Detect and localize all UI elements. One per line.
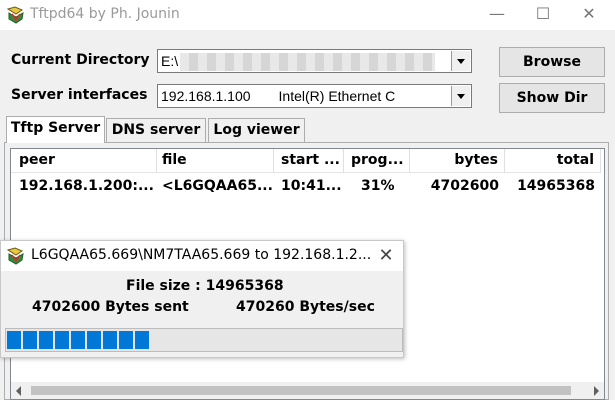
progress-fill <box>7 331 149 349</box>
cell-start: 10:41... <box>281 178 341 194</box>
progress-segment <box>23 331 37 349</box>
maximize-button[interactable]: ☐ <box>520 0 566 30</box>
transfer-progress-bar <box>5 328 403 352</box>
progress-segment <box>119 331 133 349</box>
title-bar: Tftpd64 by Ph. Jounin — ☐ ✕ <box>0 0 615 30</box>
scroll-right-icon[interactable] <box>594 386 599 396</box>
chevron-down-icon[interactable] <box>451 51 470 71</box>
scroll-left-icon[interactable] <box>16 386 21 396</box>
server-interfaces-combo[interactable]: 192.168.1.100 Intel(R) Ethernet C <box>157 84 472 108</box>
main-window: Tftpd64 by Ph. Jounin — ☐ ✕ Current Dire… <box>0 0 615 400</box>
tab-tftp-server[interactable]: Tftp Server <box>6 116 105 143</box>
horizontal-scrollbar[interactable] <box>11 382 604 399</box>
app-icon <box>6 247 24 265</box>
close-button[interactable]: ✕ <box>566 0 612 30</box>
close-icon[interactable]: ✕ <box>371 241 401 271</box>
column-header-start[interactable]: start ... <box>274 149 344 173</box>
cell-file: <L6GQAA65... <box>162 178 272 194</box>
progress-segment <box>87 331 101 349</box>
server-interfaces-label: Server interfaces <box>11 87 148 103</box>
column-header-bytes[interactable]: bytes <box>410 149 505 173</box>
cell-bytes: 4702600 <box>430 178 499 194</box>
redacted-path <box>180 53 435 71</box>
progress-segment <box>71 331 85 349</box>
cell-total: 14965368 <box>517 178 595 194</box>
bytes-sent-text: 4702600 Bytes sent <box>32 299 189 315</box>
progress-segment <box>7 331 21 349</box>
interface-adapter: Intel(R) Ethernet C <box>278 88 396 104</box>
progress-segment <box>135 331 149 349</box>
column-header-progress[interactable]: prog... <box>344 149 410 173</box>
current-directory-combo[interactable]: E:\ <box>157 49 472 73</box>
cell-peer: 192.168.1.200:... <box>19 178 154 194</box>
current-directory-label: Current Directory <box>11 52 150 68</box>
window-title: Tftpd64 by Ph. Jounin <box>30 6 180 22</box>
dialog-title: L6GQAA65.669\NM7TAA65.669 to 192.168.1.2… <box>31 247 372 263</box>
current-directory-value: E:\ <box>161 53 179 69</box>
minimize-button[interactable]: — <box>474 0 520 30</box>
scrollbar-thumb[interactable] <box>31 386 571 395</box>
column-header-total[interactable]: total <box>505 149 601 173</box>
dialog-title-bar: L6GQAA65.669\NM7TAA65.669 to 192.168.1.2… <box>1 241 403 271</box>
progress-segment <box>103 331 117 349</box>
transfer-progress-dialog: L6GQAA65.669\NM7TAA65.669 to 192.168.1.2… <box>0 240 404 358</box>
chevron-down-icon[interactable] <box>451 86 470 106</box>
file-size-text: File size : 14965368 <box>126 278 284 294</box>
transfer-rate-text: 470260 Bytes/sec <box>236 299 375 315</box>
cell-progress: 31% <box>361 178 395 194</box>
progress-segment <box>39 331 53 349</box>
browse-button[interactable]: Browse <box>499 47 605 77</box>
tab-dns-server[interactable]: DNS server <box>106 118 206 142</box>
column-header-file[interactable]: file <box>157 149 274 173</box>
progress-segment <box>55 331 69 349</box>
column-header-peer[interactable]: peer <box>11 149 157 173</box>
interface-ip: 192.168.1.100 <box>161 88 251 104</box>
show-dir-button[interactable]: Show Dir <box>499 83 605 113</box>
tab-log-viewer[interactable]: Log viewer <box>208 118 305 142</box>
app-icon <box>6 6 24 24</box>
